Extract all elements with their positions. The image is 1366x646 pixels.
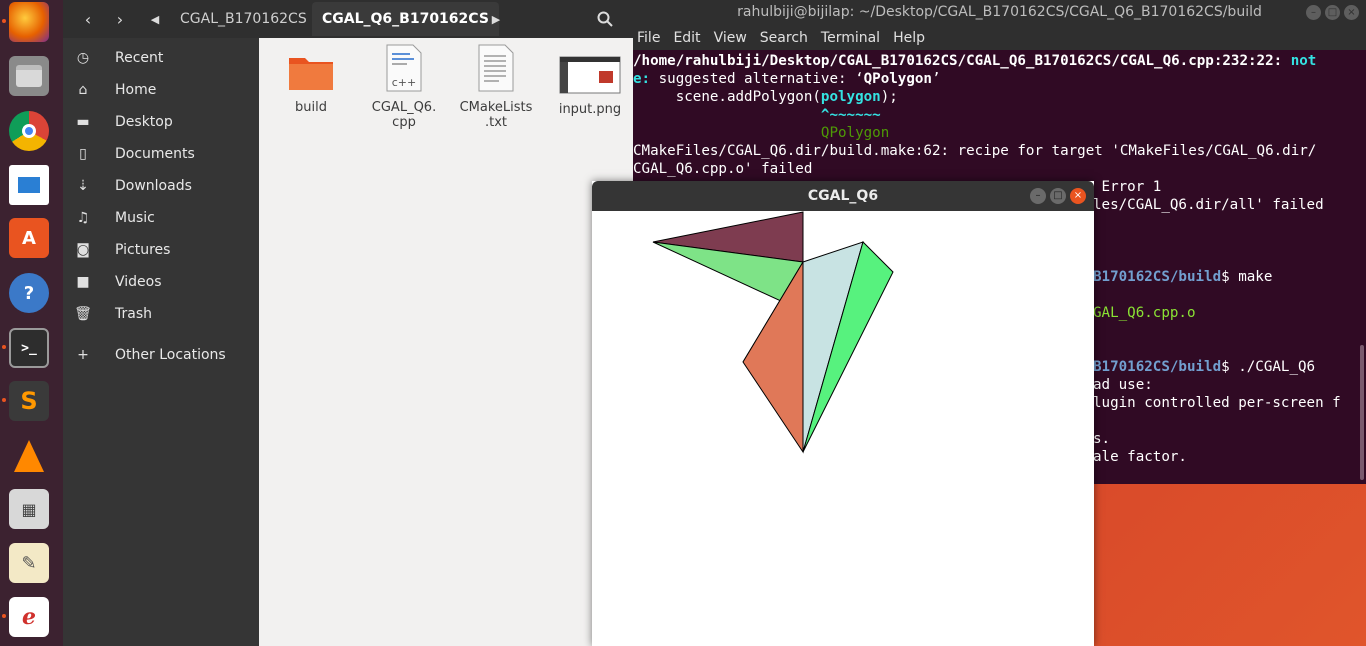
video-icon: ■ <box>76 274 90 290</box>
home-icon: ⌂ <box>78 82 88 98</box>
breadcrumb-left-arrow[interactable]: ◀ <box>147 4 163 34</box>
files-icon[interactable] <box>9 56 49 96</box>
software-center-icon[interactable]: A <box>9 218 49 258</box>
breadcrumb-right-arrow[interactable]: ▶ <box>488 4 504 34</box>
running-indicator <box>2 345 6 349</box>
terminal-line: /home/rahulbiji/Desktop/CGAL_B170162CS/C… <box>633 53 1317 69</box>
file-item-input-png[interactable]: input.png <box>542 56 638 117</box>
sidebar-item-downloads[interactable]: ⇣ Downloads <box>63 170 259 202</box>
sidebar-item-videos[interactable]: ■ Videos <box>63 266 259 298</box>
sidebar-item-desktop[interactable]: ▬ Desktop <box>63 106 259 138</box>
file-manager-header: ‹ › ◀ CGAL_B170162CS CGAL_Q6_B170162CS ▶ <box>63 0 633 38</box>
text-file-icon <box>478 44 514 92</box>
file-view: build c++ CGAL_Q6. cpp CMakeLists .txt i… <box>259 38 633 646</box>
terminal-line: B170162CS/build$ ./CGAL_Q6 <box>1093 359 1316 375</box>
terminal-line: scene.addPolygon(polygon); <box>633 89 898 105</box>
terminal-line: QPolygon <box>633 125 890 141</box>
polygon-drawing <box>652 211 894 454</box>
terminal-line: ^~~~~~~ <box>633 107 881 123</box>
breadcrumb-parent[interactable]: CGAL_B170162CS <box>170 2 317 36</box>
text-editor-icon[interactable]: ✎ <box>9 543 49 583</box>
terminal-icon[interactable]: >_ <box>9 328 49 368</box>
search-button[interactable] <box>590 4 620 34</box>
forward-button[interactable]: › <box>105 4 135 34</box>
camera-icon: ◙ <box>76 242 90 258</box>
sublime-text-icon[interactable]: S <box>9 381 49 421</box>
file-manager-window: ‹ › ◀ CGAL_B170162CS CGAL_Q6_B170162CS ▶… <box>63 0 633 646</box>
sidebar-item-pictures[interactable]: ◙ Pictures <box>63 234 259 266</box>
trash-icon: 🗑 <box>74 306 92 322</box>
sidebar-item-recent[interactable]: ◷ Recent <box>63 42 259 74</box>
cpp-file-icon: c++ <box>386 44 422 92</box>
terminal-line: les/CGAL_Q6.dir/all' failed <box>1093 197 1324 213</box>
folder-icon: ▬ <box>76 114 90 130</box>
menu-view[interactable]: View <box>714 30 747 46</box>
calculator-icon[interactable]: ▦ <box>9 489 49 529</box>
document-icon: ▯ <box>79 146 87 162</box>
menu-terminal[interactable]: Terminal <box>821 30 880 46</box>
document-viewer-icon[interactable]: ℯ <box>9 597 49 637</box>
sidebar-item-trash[interactable]: 🗑 Trash <box>63 298 259 330</box>
folder-icon <box>289 58 333 90</box>
back-button[interactable]: ‹ <box>73 4 103 34</box>
image-thumbnail-icon <box>559 56 621 94</box>
terminal-line: e: suggested alternative: ‘QPolygon’ <box>633 71 941 87</box>
terminal-scrollbar[interactable] <box>1360 345 1364 480</box>
menu-search[interactable]: Search <box>760 30 808 46</box>
download-icon: ⇣ <box>77 178 89 194</box>
maximize-button[interactable]: □ <box>1050 188 1066 204</box>
sidebar-item-other-locations[interactable]: + Other Locations <box>63 339 259 371</box>
minimize-button[interactable]: – <box>1306 5 1321 20</box>
places-sidebar: ◷ Recent ⌂ Home ▬ Desktop ▯ Documents ⇣ Downl… <box>63 38 259 646</box>
breadcrumb-current[interactable]: CGAL_Q6_B170162CS <box>312 2 499 36</box>
terminal-line: lugin controlled per-screen f <box>1093 395 1341 411</box>
svg-text:c++: c++ <box>392 76 416 89</box>
terminal-line: Error 1 <box>1093 179 1162 195</box>
menu-help[interactable]: Help <box>893 30 925 46</box>
terminal-line: B170162CS/build$ make <box>1093 269 1273 285</box>
search-icon <box>597 11 613 27</box>
plus-icon: + <box>77 347 89 363</box>
sidebar-item-home[interactable]: ⌂ Home <box>63 74 259 106</box>
firefox-icon[interactable] <box>9 2 49 42</box>
minimize-button[interactable]: – <box>1030 188 1046 204</box>
maximize-button[interactable]: □ <box>1325 5 1340 20</box>
chrome-icon[interactable] <box>9 111 49 151</box>
terminal-line: CGAL_Q6.cpp.o' failed <box>633 161 813 177</box>
launcher-dock: A ? >_ S ▦ ✎ ℯ <box>0 0 63 646</box>
polygon-canvas[interactable] <box>592 211 1094 646</box>
file-item-cmakelists[interactable]: CMakeLists .txt <box>448 44 544 130</box>
running-indicator <box>2 19 6 23</box>
sidebar-item-music[interactable]: ♫ Music <box>63 202 259 234</box>
terminal-line: CMakeFiles/CGAL_Q6.dir/build.make:62: re… <box>633 143 1317 159</box>
terminal-line: ale factor. <box>1093 449 1187 465</box>
vlc-icon[interactable] <box>9 436 49 476</box>
terminal-line: ad use: <box>1093 377 1153 393</box>
cgal-window-title: CGAL_Q6 <box>592 181 1094 211</box>
terminal-title: rahulbiji@bijilap: ~/Desktop/CGAL_B17016… <box>633 0 1366 26</box>
terminal-menubar: File Edit View Search Terminal Help <box>633 26 1366 50</box>
help-icon[interactable]: ? <box>9 273 49 313</box>
running-indicator <box>2 398 6 402</box>
close-button[interactable]: × <box>1344 5 1359 20</box>
libreoffice-writer-icon[interactable] <box>9 165 49 205</box>
terminal-line: GAL_Q6.cpp.o <box>1093 305 1196 321</box>
menu-file[interactable]: File <box>637 30 660 46</box>
file-item-cpp[interactable]: c++ CGAL_Q6. cpp <box>356 44 452 130</box>
close-button[interactable]: × <box>1070 188 1086 204</box>
music-icon: ♫ <box>76 210 90 226</box>
file-item-build[interactable]: build <box>263 52 359 115</box>
menu-edit[interactable]: Edit <box>673 30 700 46</box>
running-indicator <box>2 614 6 618</box>
clock-icon: ◷ <box>76 50 90 66</box>
sidebar-item-documents[interactable]: ▯ Documents <box>63 138 259 170</box>
terminal-line: s. <box>1093 431 1111 447</box>
cgal-viewer-window: CGAL_Q6 – □ × <box>592 181 1094 646</box>
